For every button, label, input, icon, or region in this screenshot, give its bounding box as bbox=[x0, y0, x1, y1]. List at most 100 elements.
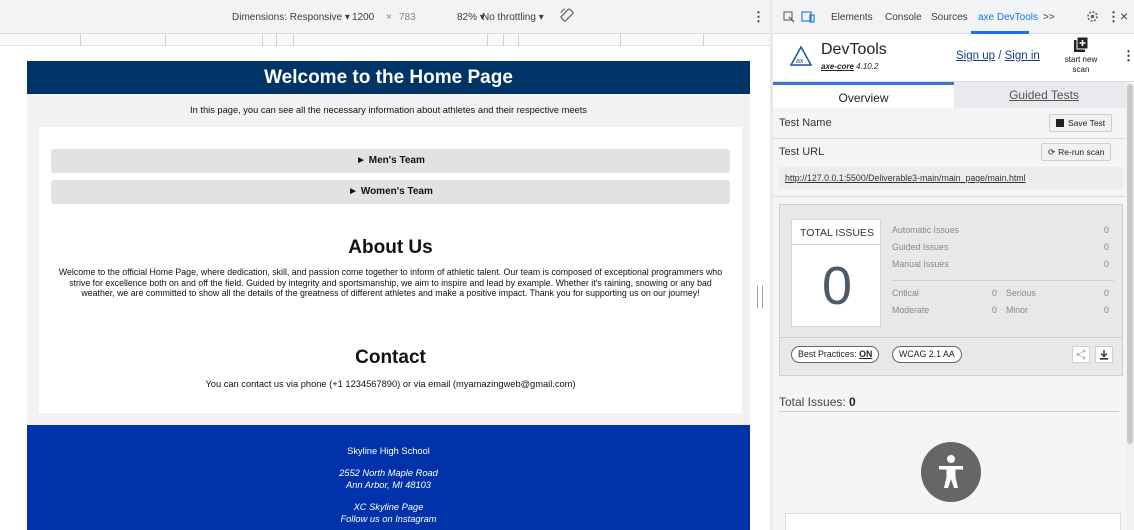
tab-console[interactable]: Console bbox=[885, 12, 922, 23]
sign-up-link[interactable]: Sign up bbox=[956, 50, 995, 62]
minor-label: Minor bbox=[1006, 305, 1028, 315]
svg-text:ax: ax bbox=[796, 58, 804, 65]
contact-heading: Contact bbox=[355, 347, 426, 368]
height-input[interactable]: 783 bbox=[399, 12, 416, 23]
start-new-scan-button[interactable]: start new scan bbox=[1059, 37, 1103, 75]
best-practices-label: Best Practices: bbox=[798, 349, 857, 359]
footer-address-line2: Ann Arbor, MI 48103 bbox=[346, 480, 431, 490]
about-text: Welcome to the official Home Page, where… bbox=[58, 267, 723, 299]
wcag-standard-pill[interactable]: WCAG 2.1 AA bbox=[892, 346, 962, 363]
settings-gear-icon[interactable] bbox=[1086, 10, 1099, 23]
moderate-label: Moderate bbox=[892, 305, 930, 315]
device-toolbar: Dimensions: Responsive ▾ 1200 × 783 82% … bbox=[0, 0, 770, 34]
moderate-count: 0 bbox=[992, 305, 997, 315]
download-icon bbox=[1100, 350, 1108, 360]
issues-summary-card: TOTAL ISSUES 0 Automatic Issues 0 Guided… bbox=[779, 204, 1123, 376]
intro-text: In this page, you can see all the necess… bbox=[190, 105, 587, 115]
test-url-link[interactable]: http://127.0.0.1:5500/Deliverable3-main/… bbox=[779, 167, 1123, 189]
refresh-icon: ⟳ bbox=[1048, 147, 1056, 157]
total-issues-footer-count: 0 bbox=[849, 395, 856, 409]
total-issues-footer-label: Total Issues: bbox=[779, 395, 846, 409]
dimensions-dropdown[interactable]: Dimensions: Responsive ▾ bbox=[232, 12, 350, 23]
test-url-label: Test URL bbox=[779, 146, 825, 158]
divider bbox=[773, 196, 1134, 197]
axe-core-number: 4.10.2 bbox=[856, 62, 879, 71]
zoom-dropdown[interactable]: 82% ▾ bbox=[457, 12, 485, 23]
serious-label: Serious bbox=[1006, 288, 1036, 298]
critical-count: 0 bbox=[992, 288, 997, 298]
axe-title: DevTools bbox=[821, 41, 887, 58]
manual-issues-label: Manual Issues bbox=[892, 259, 949, 269]
device-toggle-icon[interactable] bbox=[801, 11, 815, 23]
total-issues-box: TOTAL ISSUES 0 bbox=[791, 219, 882, 327]
auth-separator: / bbox=[998, 50, 1002, 62]
media-query-ruler bbox=[0, 34, 770, 46]
about-heading: About Us bbox=[348, 237, 433, 258]
test-name-label: Test Name bbox=[779, 117, 832, 129]
tab-sources[interactable]: Sources bbox=[931, 12, 968, 23]
export-button[interactable] bbox=[1095, 346, 1113, 363]
axe-nav: Overview Guided Tests bbox=[773, 82, 1134, 108]
total-issues-count: 0 bbox=[821, 256, 853, 316]
footer-address-line1: 2552 North Maple Road bbox=[339, 468, 438, 478]
device-more-icon[interactable]: ⋮ bbox=[752, 9, 765, 25]
rerun-scan-button[interactable]: ⟳ Re-run scan bbox=[1041, 143, 1112, 161]
best-practices-state: ON bbox=[859, 349, 873, 359]
womens-team-toggle[interactable]: ► Women's Team bbox=[51, 180, 730, 204]
divider bbox=[773, 138, 1134, 139]
throttle-dropdown[interactable]: No throttling ▾ bbox=[482, 12, 544, 23]
automatic-issues-count: 0 bbox=[1104, 225, 1109, 235]
automatic-issues-label: Automatic Issues bbox=[892, 225, 959, 235]
axe-logo-icon: ax bbox=[789, 45, 813, 66]
width-input[interactable]: 1200 bbox=[352, 12, 374, 23]
footer-links: XC Skyline Page Follow us on Instagram bbox=[27, 501, 750, 525]
save-test-button[interactable]: Save Test bbox=[1049, 114, 1113, 132]
rotate-icon[interactable] bbox=[560, 8, 574, 22]
serious-count: 0 bbox=[1104, 288, 1109, 298]
axe-more-icon[interactable]: ⋮ bbox=[1122, 48, 1134, 64]
guided-issues-label: Guided Issues bbox=[892, 242, 949, 252]
results-panel bbox=[785, 513, 1121, 530]
more-tabs-button[interactable]: >> bbox=[1043, 12, 1055, 23]
minor-count: 0 bbox=[1104, 305, 1109, 315]
devtools-more-icon[interactable]: ⋮ bbox=[1107, 9, 1120, 25]
accessibility-icon bbox=[921, 442, 981, 502]
footer-instagram-link[interactable]: Follow us on Instagram bbox=[27, 513, 750, 525]
inspect-icon[interactable] bbox=[783, 11, 795, 23]
page-viewport: Welcome to the Home Page In this page, y… bbox=[27, 61, 750, 530]
axe-body: Test Name Save Test Test URL ⟳ Re-run sca… bbox=[773, 108, 1134, 530]
times-sign: × bbox=[386, 12, 392, 23]
axe-header: ax DevTools axe-core 4.10.2 Sign up / Si… bbox=[773, 34, 1134, 82]
sign-in-link[interactable]: Sign in bbox=[1005, 50, 1040, 62]
tab-elements[interactable]: Elements bbox=[831, 12, 873, 23]
start-new-scan-line2: scan bbox=[1072, 65, 1090, 74]
tab-overview[interactable]: Overview bbox=[773, 82, 954, 108]
screen: Dimensions: Responsive ▾ 1200 × 783 82% … bbox=[0, 0, 1134, 530]
accessibility-figure-icon bbox=[939, 455, 963, 488]
footer-xc-link[interactable]: XC Skyline Page bbox=[27, 501, 750, 513]
share-button[interactable] bbox=[1072, 346, 1090, 363]
close-devtools-icon[interactable]: × bbox=[1120, 8, 1128, 24]
total-issues-footer: Total Issues: 0 bbox=[779, 395, 856, 409]
new-scan-icon bbox=[1074, 37, 1089, 52]
manual-issues-count: 0 bbox=[1104, 259, 1109, 269]
mens-team-toggle[interactable]: ► Men's Team bbox=[51, 149, 730, 173]
resize-handle[interactable] bbox=[757, 286, 763, 308]
rerun-scan-label: Re-run scan bbox=[1058, 147, 1105, 157]
axe-core-version: axe-core 4.10.2 bbox=[821, 62, 878, 71]
share-icon bbox=[1076, 349, 1086, 360]
scrollbar-thumb[interactable] bbox=[1127, 84, 1133, 444]
page-footer: Skyline High School 2552 North Maple Roa… bbox=[27, 425, 750, 530]
contact-text: You can contact us via phone (+1 1234567… bbox=[205, 379, 576, 389]
footer-school: Skyline High School bbox=[347, 446, 430, 456]
guided-issues-count: 0 bbox=[1104, 242, 1109, 252]
devtools-tabbar: Elements Console Sources axe DevTools >>… bbox=[773, 0, 1134, 34]
tab-axe-devtools[interactable]: axe DevTools bbox=[978, 12, 1038, 23]
start-new-scan-line1: start new bbox=[1064, 55, 1098, 64]
best-practices-toggle[interactable]: Best Practices: ON bbox=[791, 346, 880, 363]
save-test-label: Save Test bbox=[1068, 118, 1106, 128]
content-card: ► Men's Team ► Women's Team About Us Wel… bbox=[39, 127, 742, 413]
save-icon bbox=[1056, 119, 1064, 127]
axe-core-link[interactable]: axe-core bbox=[821, 62, 854, 71]
tab-guided-tests[interactable]: Guided Tests bbox=[954, 82, 1134, 108]
